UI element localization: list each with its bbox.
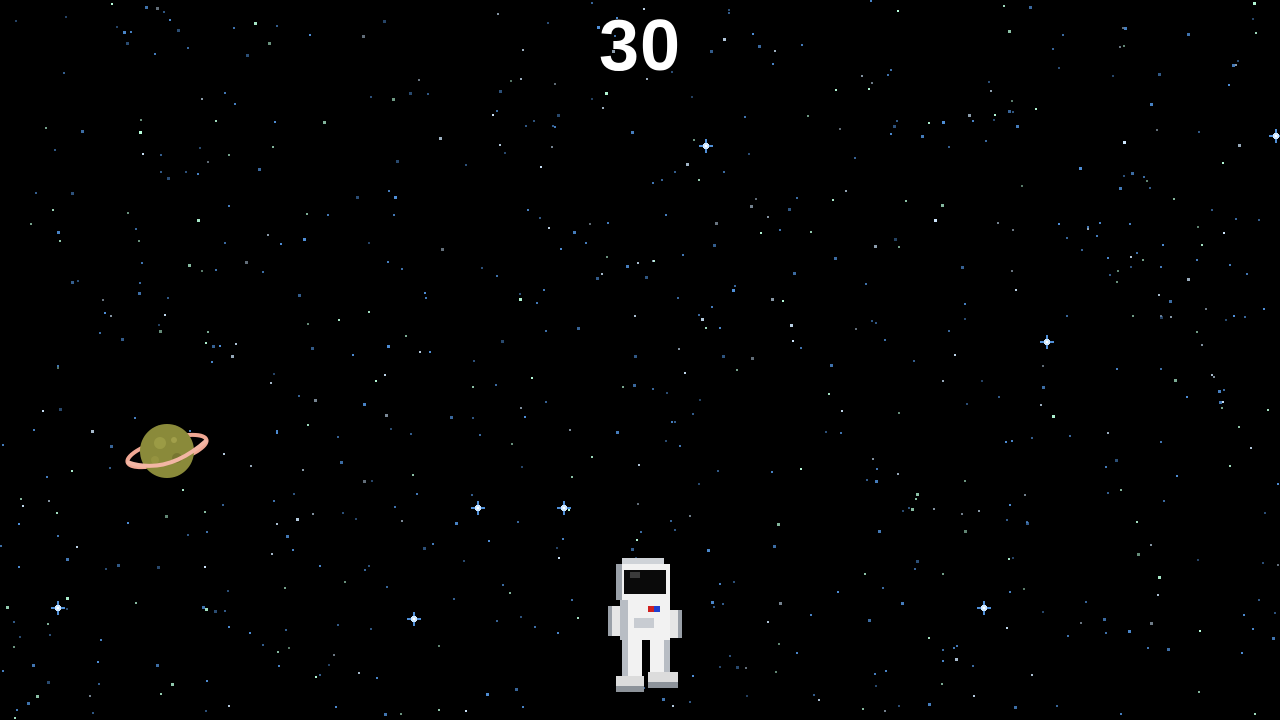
score-display: 30 [598, 6, 682, 86]
twinkle-star [51, 601, 65, 615]
twinkle-star [407, 612, 421, 626]
ringed-planet [125, 424, 209, 478]
astronaut-player[interactable] [608, 558, 684, 694]
twinkle-star [699, 139, 713, 153]
twinkle-star [471, 501, 485, 515]
twinkle-star [977, 601, 991, 615]
twinkle-star [1269, 129, 1280, 143]
twinkle-star [557, 501, 571, 515]
game-screen[interactable]: 30 [0, 0, 1280, 720]
twinkle-star [1040, 335, 1054, 349]
